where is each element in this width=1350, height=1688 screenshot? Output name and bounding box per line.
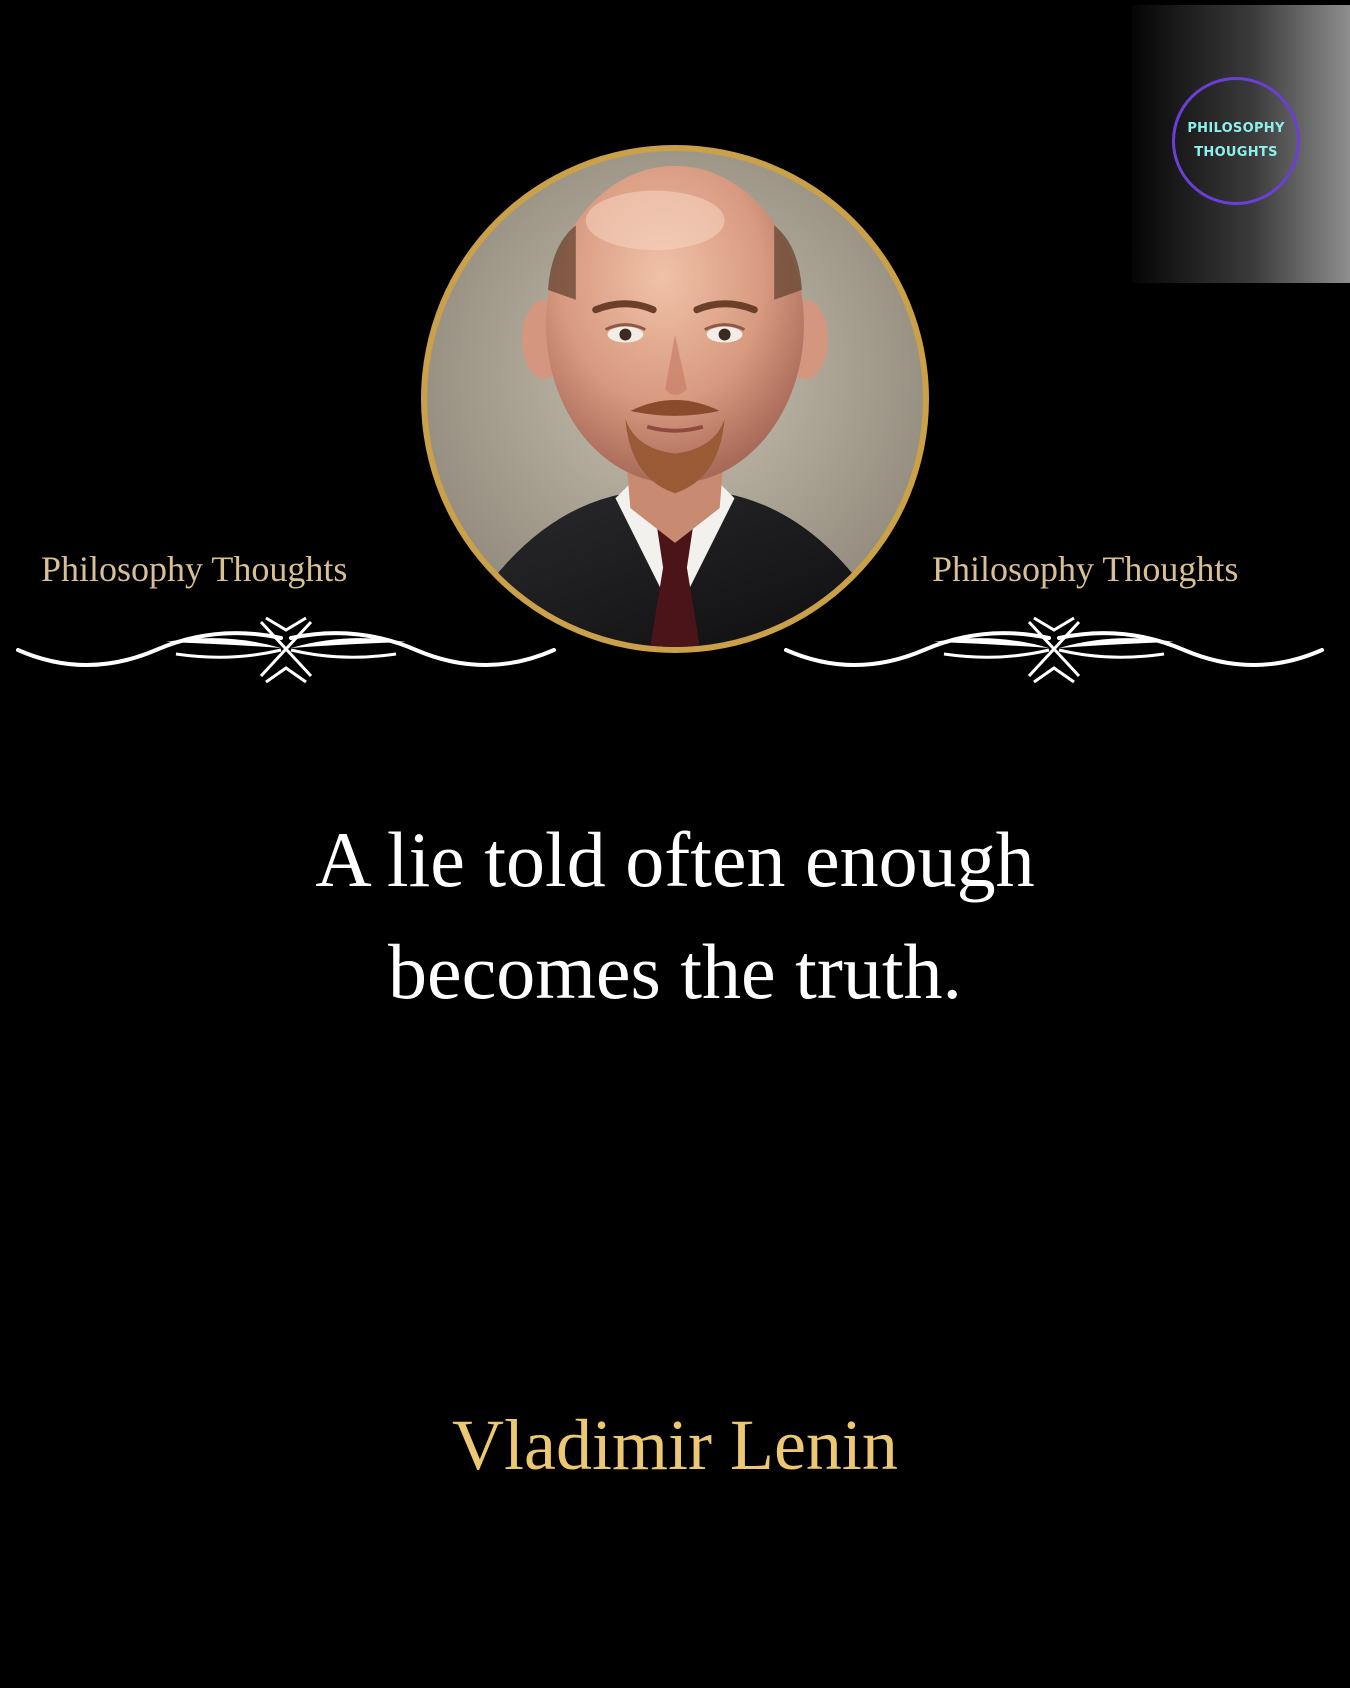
- portrait-image: [427, 151, 923, 647]
- quote-card: PHILOSOPHY THOUGHTS Philosophy Thoughts …: [0, 0, 1350, 1688]
- quote-author: Vladimir Lenin: [452, 1405, 898, 1485]
- quote-line-2: becomes the truth.: [388, 928, 962, 1015]
- brand-caption-right: Philosophy Thoughts: [932, 549, 1239, 589]
- flourish-divider-right: [784, 616, 1324, 684]
- flourish-divider-left: [16, 616, 556, 684]
- portrait-frame: [421, 145, 929, 653]
- brand-logo-panel: PHILOSOPHY THOUGHTS: [1132, 5, 1350, 283]
- brand-caption-left: Philosophy Thoughts: [41, 549, 348, 589]
- quote-line-1: A lie told often enough: [315, 816, 1035, 903]
- quote-text: A lie told often enough becomes the trut…: [100, 804, 1250, 1028]
- brand-logo-badge: PHILOSOPHY THOUGHTS: [1172, 77, 1300, 205]
- logo-text-line-2: THOUGHTS: [1194, 145, 1278, 160]
- logo-text-line-1: PHILOSOPHY: [1187, 121, 1285, 136]
